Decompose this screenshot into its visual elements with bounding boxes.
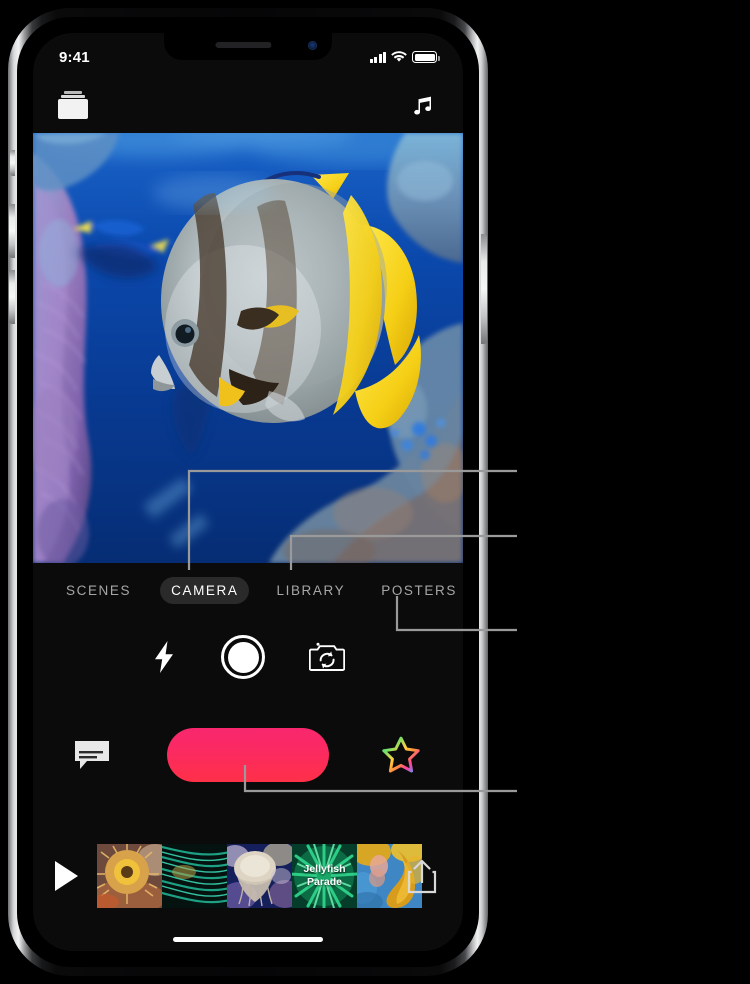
clip-title-text: Jellyfish Parade [292,844,357,908]
tab-camera[interactable]: CAMERA [160,576,250,604]
shutter-button[interactable] [221,635,265,679]
teleprompter-icon[interactable] [73,739,111,771]
tab-posters[interactable]: POSTERS [370,577,463,604]
front-camera-icon [308,41,317,50]
volume-down-button[interactable] [9,270,15,324]
record-controls-row [33,709,463,801]
clip-jellyfish[interactable] [227,844,292,908]
camera-flip-icon[interactable] [309,642,345,672]
music-note-icon[interactable] [410,91,438,119]
top-navigation-bar [33,77,463,133]
cellular-bars-icon [369,51,386,63]
clip-title-line2: Parade [306,876,343,888]
play-icon[interactable] [55,861,81,891]
tab-library[interactable]: LIBRARY [265,577,356,604]
projects-stack-icon[interactable] [58,91,88,119]
tab-bar: SCENES CAMERA LIBRARY POSTERS [33,563,463,617]
effects-star-icon[interactable] [381,735,421,775]
volume-up-button[interactable] [9,204,15,258]
clip-thumbnails: Jellyfish Parade [97,844,422,908]
status-time: 9:41 [59,48,90,66]
home-indicator[interactable] [173,937,323,942]
filmstrip: Jellyfish Parade [33,833,463,919]
share-icon[interactable] [407,858,437,894]
screenshot-root: 9:41 SCENES CAMERA LIBRARY POSTERS Jelly… [0,0,750,984]
earpiece-speaker [215,42,272,48]
battery-full-icon [412,51,440,63]
clip-seagrass[interactable] [162,844,227,908]
wifi-icon [391,51,407,62]
power-button[interactable] [481,234,487,344]
camera-preview[interactable] [33,133,463,563]
status-indicators [369,51,440,63]
flash-icon[interactable] [151,640,177,674]
clip-title-line1: Jellyfish [303,863,346,875]
notch [164,33,332,60]
tab-scenes[interactable]: SCENES [55,577,142,604]
record-button[interactable] [167,728,329,782]
mute-switch[interactable] [10,150,15,176]
clip-anemone[interactable] [97,844,162,908]
camera-controls [33,625,463,689]
clip-title-card[interactable]: Jellyfish Parade [292,844,357,908]
phone-body: 9:41 SCENES CAMERA LIBRARY POSTERS Jelly… [8,8,488,976]
phone-screen: 9:41 SCENES CAMERA LIBRARY POSTERS Jelly… [33,33,463,951]
